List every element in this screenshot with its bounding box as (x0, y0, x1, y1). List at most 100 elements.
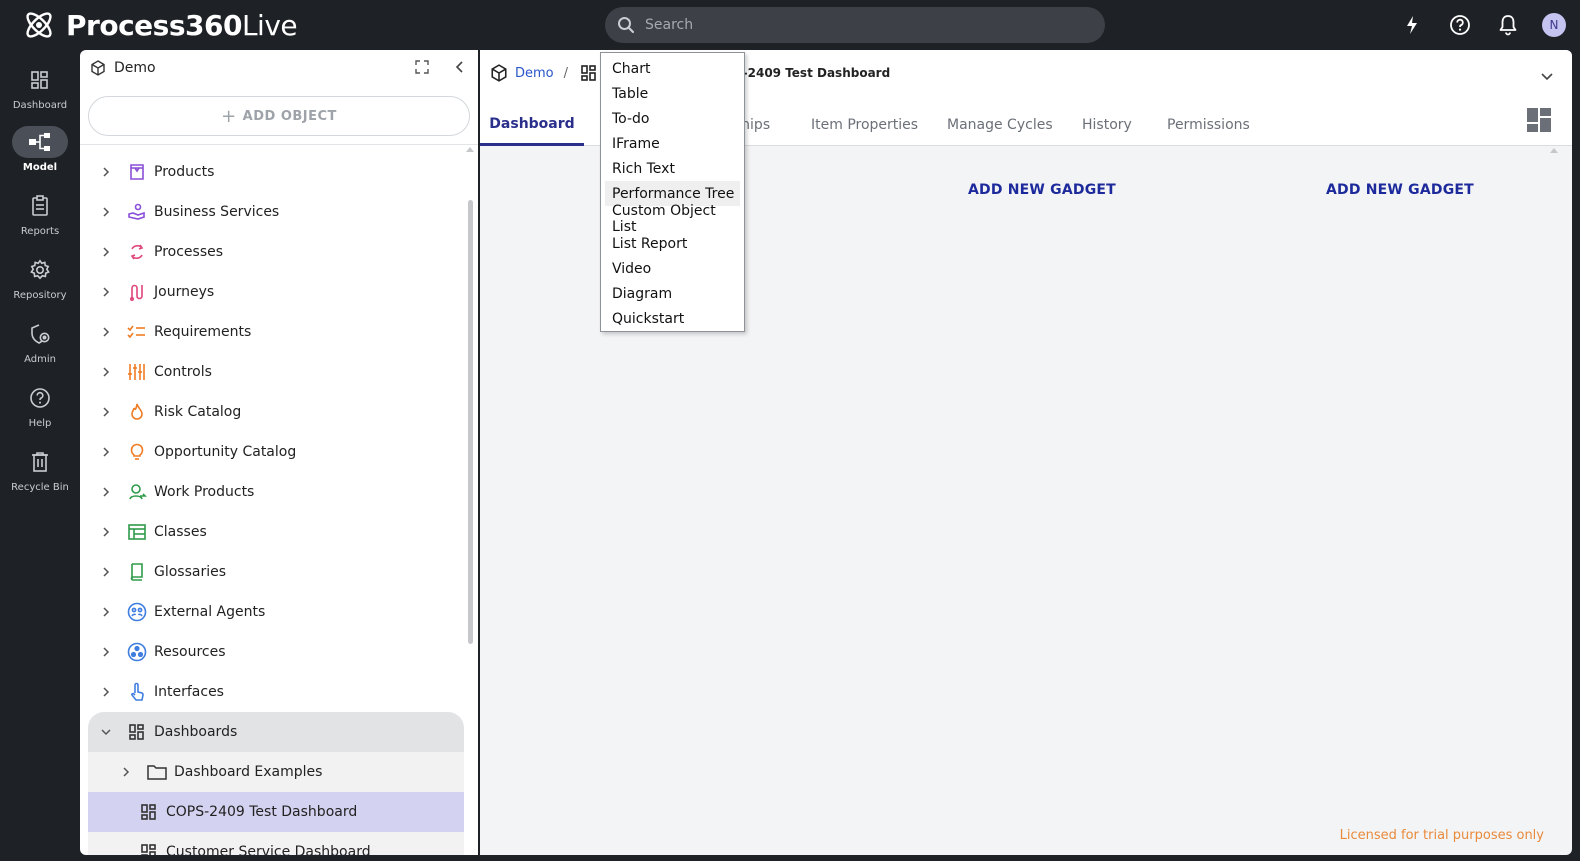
tree-item-interfaces[interactable]: Interfaces (80, 672, 468, 712)
chevron-right-icon[interactable] (98, 164, 114, 180)
add-object-button[interactable]: + ADD OBJECT (88, 96, 470, 136)
add-gadget-button[interactable]: ADD NEW GADGET (1326, 182, 1474, 198)
panel-divider (80, 144, 478, 145)
chevron-right-icon[interactable] (98, 244, 114, 260)
tree-item-cops-2409-test-dashboard[interactable]: COPS-2409 Test Dashboard (88, 792, 464, 832)
menu-item-table[interactable]: Table (601, 81, 744, 106)
dashboard-icon (138, 841, 160, 855)
requirements-icon (126, 321, 148, 343)
book-icon (126, 561, 148, 583)
chevron-right-icon[interactable] (118, 764, 134, 780)
chevron-right-icon[interactable] (98, 604, 114, 620)
menu-item-list-report[interactable]: List Report (601, 231, 744, 256)
tree-item-dashboard-examples[interactable]: Dashboard Examples (88, 752, 464, 792)
menu-item-rich-text[interactable]: Rich Text (601, 156, 744, 181)
breadcrumb: Demo / (490, 64, 598, 82)
tree-item-work-products[interactable]: Work Products (80, 472, 468, 512)
menu-item-quickstart[interactable]: Quickstart (601, 306, 744, 331)
chevron-right-icon[interactable] (98, 404, 114, 420)
tree-item-controls[interactable]: Controls (80, 352, 468, 392)
menu-item-iframe[interactable]: IFrame (601, 131, 744, 156)
top-bar: Process360Live N (0, 0, 1580, 50)
atom-logo-icon (26, 12, 52, 38)
help-icon (1450, 15, 1470, 35)
menu-item-to-do[interactable]: To-do (601, 106, 744, 131)
lightbulb-icon (126, 441, 148, 463)
search-icon (618, 17, 635, 34)
expand-panel-button[interactable] (414, 59, 430, 79)
brand-name: Process360Live (66, 8, 298, 42)
rail-item-dashboard[interactable]: Dashboard (0, 64, 80, 124)
dashboard-icon (12, 64, 68, 96)
breadcrumb-demo-link[interactable]: Demo (515, 66, 554, 81)
main-scroll-up-arrow[interactable] (1550, 148, 1558, 153)
flame-icon (126, 401, 148, 423)
app-logo[interactable]: Process360Live (22, 8, 298, 42)
cube-icon (91, 60, 105, 76)
tree-item-opportunity-catalog[interactable]: Opportunity Catalog (80, 432, 468, 472)
tree-scrollbar[interactable] (468, 200, 473, 644)
tab-permissions[interactable]: Permissions (1167, 104, 1250, 146)
tree-item-glossaries[interactable]: Glossaries (80, 552, 468, 592)
tree-item-requirements[interactable]: Requirements (80, 312, 468, 352)
rail-item-admin[interactable]: Admin (0, 318, 80, 378)
tab-history[interactable]: History (1082, 104, 1132, 146)
classes-icon (126, 521, 148, 543)
chevron-right-icon[interactable] (98, 564, 114, 580)
quick-actions-button[interactable] (1388, 0, 1436, 50)
search-bar[interactable] (605, 7, 1105, 43)
chevron-right-icon[interactable] (98, 484, 114, 500)
gadget-type-menu: Chart Table To-do IFrame Rich Text Perfo… (600, 52, 745, 332)
reports-icon (12, 190, 68, 222)
admin-icon (12, 318, 68, 350)
breadcrumb-separator: / (563, 65, 569, 81)
chevron-right-icon[interactable] (98, 644, 114, 660)
search-input[interactable] (645, 17, 1085, 33)
tab-manage-cycles[interactable]: Manage Cycles (947, 104, 1053, 146)
chevron-right-icon[interactable] (98, 444, 114, 460)
menu-item-chart[interactable]: Chart (601, 56, 744, 81)
tree-item-resources[interactable]: Resources (80, 632, 468, 672)
model-icon (12, 126, 68, 158)
add-gadget-button[interactable]: ADD NEW GADGET (968, 182, 1116, 198)
chevron-right-icon[interactable] (98, 524, 114, 540)
tab-dashboard[interactable]: Dashboard (480, 104, 584, 146)
tree-item-risk-catalog[interactable]: Risk Catalog (80, 392, 468, 432)
rail-item-help[interactable]: Help (0, 382, 80, 442)
tree-item-processes[interactable]: Processes (80, 232, 468, 272)
rail-item-model[interactable]: Model (0, 126, 80, 186)
chevron-down-icon[interactable] (98, 724, 114, 740)
chevron-right-icon[interactable] (98, 364, 114, 380)
tree-item-classes[interactable]: Classes (80, 512, 468, 552)
folder-icon (146, 761, 168, 783)
dashboard-icon (581, 65, 596, 81)
rail-item-reports[interactable]: Reports (0, 190, 80, 250)
layout-button[interactable] (1527, 108, 1551, 136)
chevron-right-icon[interactable] (98, 204, 114, 220)
notifications-button[interactable] (1484, 0, 1532, 50)
menu-item-diagram[interactable]: Diagram (601, 281, 744, 306)
tree-item-products[interactable]: Products (80, 152, 468, 192)
chevron-down-icon (1541, 73, 1553, 81)
avatar[interactable]: N (1542, 13, 1566, 37)
touch-icon (126, 681, 148, 703)
chevron-right-icon[interactable] (98, 684, 114, 700)
help-button[interactable] (1436, 0, 1484, 50)
menu-item-video[interactable]: Video (601, 256, 744, 281)
tree-item-customer-service-dashboard[interactable]: Customer Service Dashboard (88, 832, 464, 855)
products-icon (126, 161, 148, 183)
tree-item-journeys[interactable]: Journeys (80, 272, 468, 312)
collapse-panel-button[interactable] (452, 59, 468, 79)
rail-item-repository[interactable]: Repository (0, 254, 80, 314)
help-icon (12, 382, 68, 414)
chevron-right-icon[interactable] (98, 324, 114, 340)
tree-item-business-services[interactable]: Business Services (80, 192, 468, 232)
gear-icon (12, 254, 68, 286)
tree-item-dashboards[interactable]: Dashboards (88, 712, 464, 752)
tree-item-external-agents[interactable]: External Agents (80, 592, 468, 632)
chevron-right-icon[interactable] (98, 284, 114, 300)
tab-item-properties[interactable]: Item Properties (811, 104, 918, 146)
menu-item-custom-object-list[interactable]: Custom Object List (601, 203, 744, 235)
header-expand-button[interactable] (1540, 68, 1554, 87)
rail-item-recycle-bin[interactable]: Recycle Bin (0, 446, 80, 506)
